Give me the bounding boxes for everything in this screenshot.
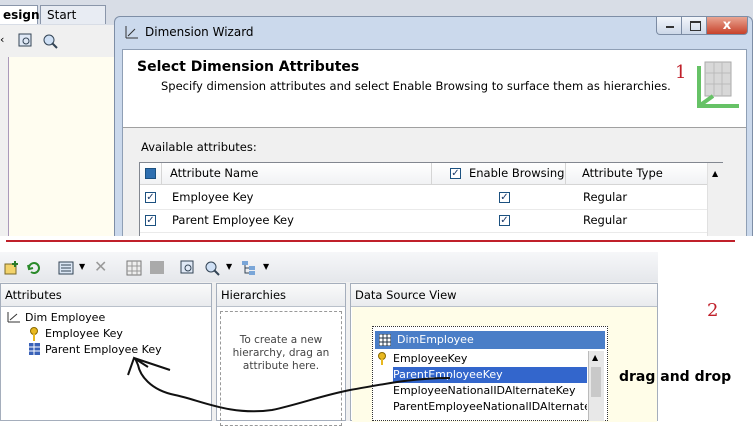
refresh-icon[interactable] — [26, 260, 42, 276]
chevron-down-icon[interactable]: ▼ — [79, 262, 85, 271]
table-row[interactable]: ✓ Employee Key ✓ Regular — [140, 186, 708, 210]
dsv-table-scrollbar[interactable]: ▲ — [588, 351, 604, 421]
dimension-wizard-window: Dimension Wizard x Select Dimension Attr… — [114, 16, 753, 236]
attributes-grid: Attribute Name ✓ Enable Browsing Attribu… — [139, 162, 724, 236]
attributes-pane: Attributes Dim Employee Employee Key Par… — [0, 283, 212, 421]
wizard-icon — [125, 26, 138, 39]
minimize-icon — [666, 26, 674, 28]
wizard-header: Select Dimension Attributes Specify dime… — [123, 50, 746, 128]
dsv-column[interactable]: EmployeeNationalIDAlternateKey — [393, 383, 587, 399]
designer-background: esign]* Start Page ‹ Dimension Wizard x … — [0, 0, 753, 236]
dsv-table-header: DimEmployee — [375, 331, 605, 349]
mini-toolbar: ‹ — [0, 28, 118, 52]
table-icon — [379, 334, 391, 346]
column-enable-browsing[interactable]: ✓ Enable Browsing — [432, 163, 566, 185]
step-2-annotation: 2 — [707, 300, 719, 321]
page-title: Select Dimension Attributes — [137, 59, 360, 75]
attribute-type[interactable]: Regular — [583, 186, 627, 208]
attribute-name: Parent Employee Key — [172, 213, 294, 227]
select-all-header[interactable] — [140, 163, 162, 185]
dimension-designer: ▼ ✕ ▼ ▼ Attributes Dim Employee Employee… — [0, 252, 658, 426]
dimension-icon — [7, 312, 20, 323]
row-checkbox[interactable]: ✓ — [145, 215, 156, 226]
tree-item[interactable]: Parent Employee Key — [45, 343, 162, 356]
tab-start-page[interactable]: Start Page — [40, 5, 106, 41]
tree-root[interactable]: Dim Employee — [25, 311, 105, 324]
window-title: Dimension Wizard — [145, 25, 254, 39]
hierarchy-drop-target[interactable]: To create a new hierarchy, drag an attri… — [220, 311, 342, 426]
column-enable-browsing-label: Enable Browsing — [469, 166, 565, 180]
dsv-table-name: DimEmployee — [397, 333, 474, 346]
page-subtitle: Specify dimension attributes and select … — [161, 79, 671, 93]
attribute-name: Employee Key — [172, 190, 254, 204]
dsv-column[interactable]: ParentEmployeeNationalIDAlternate... — [393, 399, 587, 415]
step-1-annotation: 1 — [675, 62, 687, 83]
dsv-table[interactable]: DimEmployee EmployeeKey ParentEmployeeKe… — [372, 326, 608, 421]
minimize-button[interactable] — [656, 17, 682, 35]
hierarchies-pane: Hierarchies To create a new hierarchy, d… — [216, 283, 346, 426]
zoom-page-icon[interactable] — [180, 260, 196, 276]
separator-line — [6, 240, 735, 242]
dsv-column[interactable]: EmployeeKey — [393, 351, 587, 367]
hierarchies-pane-title: Hierarchies — [217, 284, 345, 307]
design-surface — [8, 57, 117, 236]
zoom-icon[interactable] — [204, 260, 220, 276]
column-attribute-type[interactable]: Attribute Type — [566, 163, 708, 185]
grid-scrollbar[interactable]: ▲ — [707, 163, 724, 236]
dsv-column-selected[interactable]: ParentEmployeeKey — [393, 367, 587, 383]
chevron-down-icon[interactable]: ▼ — [263, 262, 269, 271]
tab-dimension-design[interactable]: esign]* — [0, 5, 51, 24]
delete-icon[interactable]: ✕ — [94, 257, 107, 276]
row-checkbox[interactable]: ✓ — [145, 192, 156, 203]
data-source-view-pane: Data Source View DimEmployee EmployeeKey… — [350, 283, 658, 422]
wizard-content: Available attributes: Attribute Name ✓ E… — [123, 128, 746, 236]
key-icon — [30, 327, 38, 341]
list-view-icon[interactable] — [58, 260, 74, 276]
select-all-checkbox[interactable] — [145, 168, 156, 179]
enable-browsing-checkbox[interactable]: ✓ — [499, 192, 510, 203]
stop-icon[interactable] — [150, 261, 164, 274]
tree-item[interactable]: Employee Key — [45, 327, 123, 340]
chevron-down-icon[interactable]: ▼ — [226, 262, 232, 271]
close-icon: x — [722, 18, 732, 33]
enable-browsing-checkbox[interactable]: ✓ — [499, 215, 510, 226]
grid-icon[interactable] — [126, 260, 142, 276]
add-icon[interactable] — [4, 260, 20, 276]
scroll-up-icon[interactable]: ▲ — [592, 353, 598, 362]
attribute-icon — [29, 343, 40, 355]
hierarchy-icon[interactable] — [241, 260, 257, 276]
table-row[interactable]: ✓ Parent Employee Key ✓ Regular — [140, 209, 708, 233]
enable-browsing-all-checkbox[interactable]: ✓ — [450, 168, 461, 179]
cube-dimension-icon — [697, 61, 739, 108]
zoom-page-icon[interactable] — [18, 33, 34, 49]
key-icon — [378, 352, 386, 365]
attribute-type[interactable]: Regular — [583, 209, 627, 231]
zoom-icon[interactable] — [42, 33, 58, 49]
chevron-left-icon[interactable]: ‹ — [0, 33, 16, 49]
maximize-button[interactable] — [681, 17, 707, 35]
scroll-up-icon[interactable]: ▲ — [712, 169, 718, 178]
designer-toolbar: ▼ ✕ ▼ ▼ — [0, 252, 658, 282]
wizard-body: Select Dimension Attributes Specify dime… — [122, 49, 747, 236]
attributes-pane-title: Attributes — [1, 284, 211, 307]
maximize-icon — [690, 21, 701, 31]
dsv-pane-title: Data Source View — [351, 284, 657, 307]
close-button[interactable]: x — [706, 17, 748, 35]
scroll-thumb[interactable] — [591, 367, 601, 397]
drag-drop-annotation: drag and drop — [619, 369, 732, 385]
column-attribute-name[interactable]: Attribute Name — [162, 163, 432, 185]
available-attributes-label: Available attributes: — [141, 140, 257, 154]
